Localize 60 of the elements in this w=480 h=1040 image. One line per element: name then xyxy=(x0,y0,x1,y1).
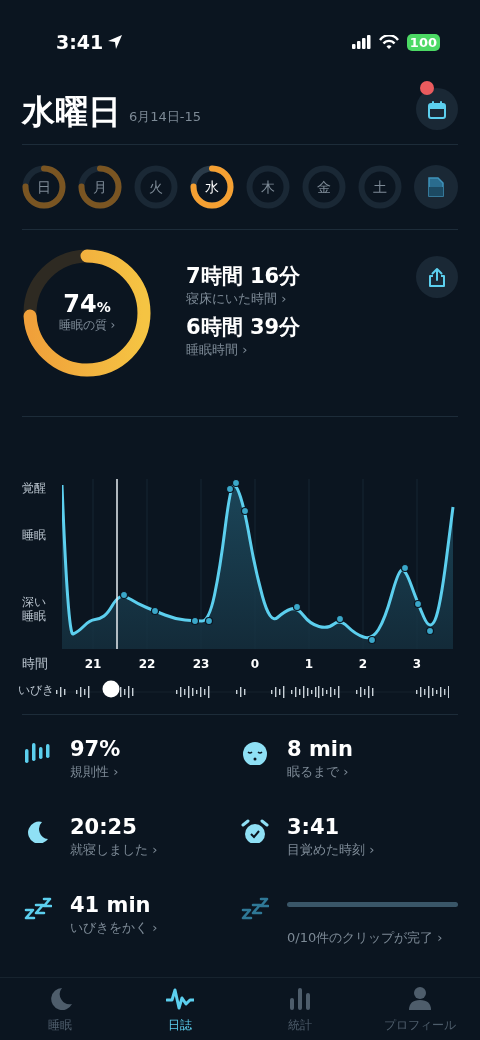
date-range: 6月14日-15 xyxy=(129,107,202,126)
zzz-icon xyxy=(24,897,52,921)
report-button[interactable] xyxy=(414,165,458,209)
axis-label: 0 xyxy=(249,656,261,673)
metric-value: 6時間 39分 xyxy=(186,314,302,340)
axis-label: 覚醒 xyxy=(22,481,47,496)
day-ring-button[interactable]: 日 xyxy=(22,165,66,209)
axis-label: 23 xyxy=(191,656,211,673)
day-ring-button[interactable]: 金 xyxy=(302,165,346,209)
stat-label-link[interactable]: いびきをかく › xyxy=(70,918,241,938)
share-button[interactable] xyxy=(416,256,458,298)
metric-label-link[interactable]: 睡眠時間 › xyxy=(186,339,416,360)
quality-label-link[interactable]: 睡眠の質 › xyxy=(58,316,116,334)
day-ring-button[interactable]: 土 xyxy=(358,165,402,209)
location-arrow-icon xyxy=(107,34,124,50)
stat-label-link[interactable]: 眠るまで › xyxy=(287,762,458,782)
person-icon xyxy=(406,986,434,1012)
stat-label-link[interactable]: 規則性 › xyxy=(70,762,241,782)
axis-title: 時間 xyxy=(22,656,49,672)
waveform-icon xyxy=(166,986,194,1012)
calendar-button[interactable] xyxy=(416,88,458,130)
share-icon xyxy=(427,267,447,287)
axis-label: 深い睡眠 xyxy=(22,595,47,624)
signal-icon xyxy=(351,35,371,49)
axis-label: 睡眠 xyxy=(22,528,47,543)
battery-indicator: 100 xyxy=(406,33,440,51)
axis-label: 1 xyxy=(303,656,315,673)
calendar-icon xyxy=(427,99,447,119)
tab-bar-item[interactable]: 統計 xyxy=(240,986,360,1034)
day-ring-button[interactable]: 月 xyxy=(78,165,122,209)
day-title: 水曜日 xyxy=(22,93,121,130)
quality-value: 74% xyxy=(63,292,111,316)
stat-label-link[interactable]: 0/10件のクリップが完了 › xyxy=(287,928,458,948)
sleeping-face-icon xyxy=(241,741,269,765)
stat-label-link[interactable]: 就寝しました › xyxy=(70,840,241,860)
stat-value: 41 min xyxy=(70,893,152,919)
snore-label: いびき xyxy=(18,684,54,698)
bar-chart-icon xyxy=(24,741,52,765)
axis-label: 3 xyxy=(411,656,423,673)
day-ring-button[interactable]: 火 xyxy=(134,165,178,209)
document-icon xyxy=(427,177,445,197)
stat-value: 20:25 xyxy=(70,815,138,841)
tab-bar-item[interactable]: 日誌 xyxy=(120,986,240,1034)
stat-value: 3:41 xyxy=(287,815,341,841)
metric-label-link[interactable]: 寝床にいた時間 › xyxy=(186,289,416,309)
zzz-icon xyxy=(241,897,269,921)
playhead-handle[interactable] xyxy=(102,680,120,698)
axis-label: 21 xyxy=(83,656,103,673)
status-time: 3:41 xyxy=(56,29,104,55)
alarm-clock-icon xyxy=(241,819,269,843)
axis-label: 22 xyxy=(137,656,157,673)
tab-bar-item[interactable]: 睡眠 xyxy=(0,986,120,1034)
wifi-icon xyxy=(378,35,399,49)
metric-value: 7時間 16分 xyxy=(186,264,302,290)
day-ring-button[interactable]: 木 xyxy=(246,165,290,209)
day-ring-button[interactable]: 水 xyxy=(190,165,234,209)
stat-value: 97% xyxy=(70,737,122,763)
stat-value: 8 min xyxy=(287,737,354,763)
stat-label-link[interactable]: 目覚めた時刻 › xyxy=(287,840,458,860)
axis-label: 2 xyxy=(357,656,369,673)
